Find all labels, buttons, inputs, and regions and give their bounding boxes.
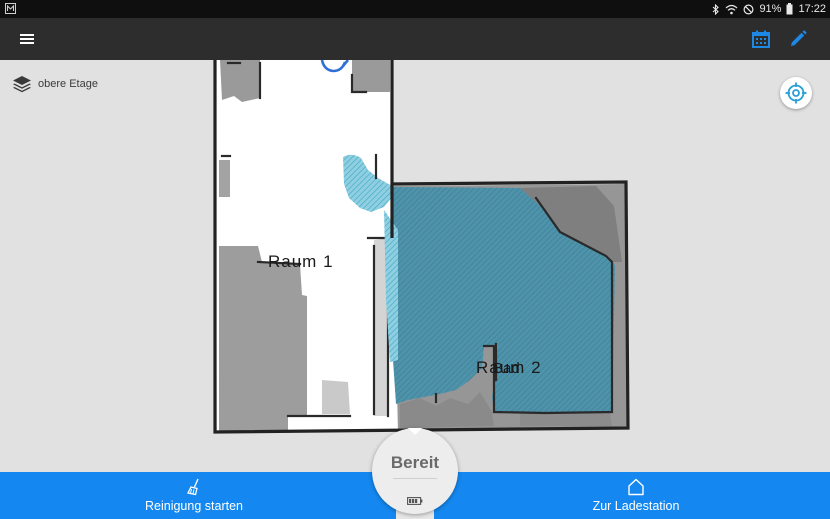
status-bar: 91% 17:22	[0, 0, 830, 18]
robot-battery-icon	[407, 497, 423, 505]
calendar-icon[interactable]	[749, 27, 773, 51]
robot-status-text: Bereit	[390, 453, 440, 472]
menu-icon[interactable]	[14, 27, 40, 51]
status-divider	[393, 478, 437, 479]
broom-icon	[187, 478, 199, 496]
room-2[interactable]	[384, 184, 628, 432]
clock: 17:22	[798, 3, 826, 15]
bluetooth-icon	[713, 3, 720, 15]
status-pointer	[408, 428, 422, 435]
go-to-dock-button[interactable]: Zur Ladestation	[572, 472, 700, 519]
floor-label: obere Etage	[38, 78, 98, 90]
go-to-dock-label: Zur Ladestation	[592, 499, 680, 513]
floor-selector[interactable]: obere Etage	[12, 74, 98, 94]
wifi-icon	[726, 4, 738, 14]
edit-icon[interactable]	[786, 27, 810, 51]
crosshair-icon	[785, 82, 807, 104]
mute-icon	[743, 3, 754, 15]
home-icon	[628, 478, 644, 496]
floor-map[interactable]: Raum 1 Raum 2 Bad	[0, 59, 830, 472]
room-1[interactable]	[215, 60, 398, 432]
map-canvas	[213, 59, 630, 434]
start-cleaning-button[interactable]: Reinigung starten	[130, 472, 258, 519]
notification-icon	[5, 3, 16, 14]
layers-icon	[13, 76, 31, 93]
battery-percent: 91%	[759, 3, 782, 15]
battery-icon	[786, 3, 793, 15]
app-bar	[0, 18, 830, 60]
room-2-overlay-label: Bad	[493, 360, 520, 377]
start-cleaning-label: Reinigung starten	[145, 499, 243, 513]
locate-button[interactable]	[780, 77, 812, 109]
robot-status-button[interactable]: Bereit	[372, 428, 458, 514]
room-1-label: Raum 1	[268, 252, 334, 271]
